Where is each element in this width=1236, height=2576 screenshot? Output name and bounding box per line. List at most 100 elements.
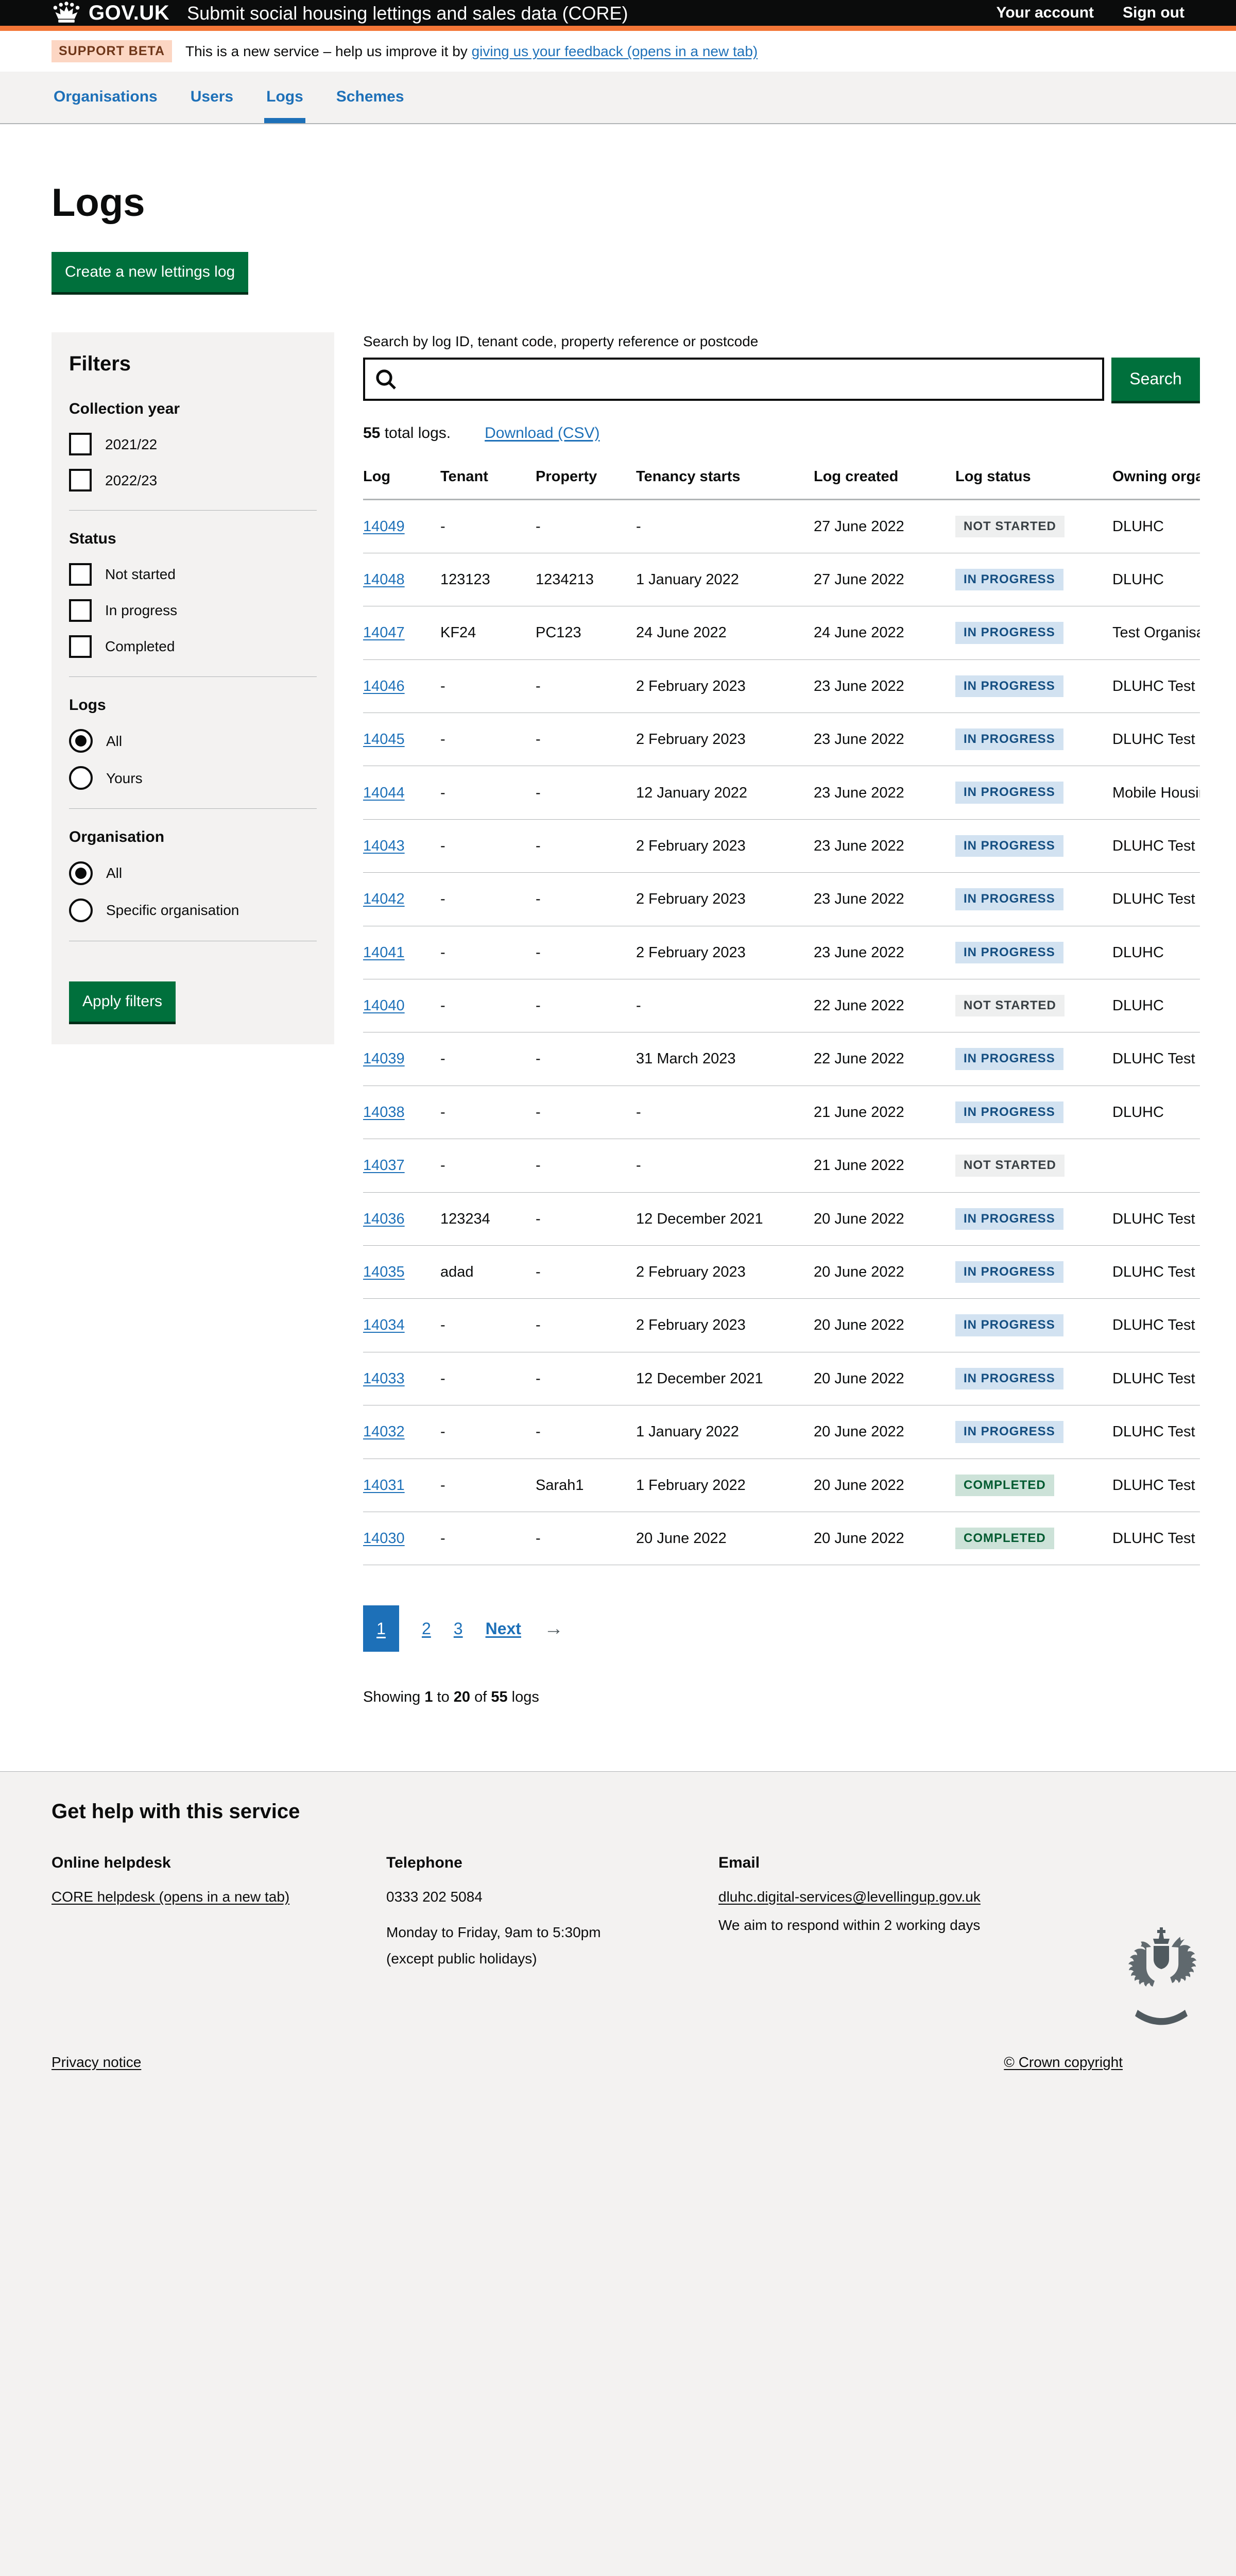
table-row: 14036 123234 - 12 December 2021 20 June … — [363, 1192, 1200, 1245]
radio-button[interactable] — [69, 766, 93, 790]
log-id-link[interactable]: 14038 — [363, 1104, 405, 1121]
telephone-hours: Monday to Friday, 9am to 5:30pm — [386, 1923, 718, 1941]
property-cell: - — [536, 1086, 636, 1139]
table-row: 14035 adad - 2 February 2023 20 June 202… — [363, 1245, 1200, 1298]
log-id-link[interactable]: 14039 — [363, 1050, 405, 1067]
pagination-next-link[interactable]: Next — [486, 1618, 521, 1639]
checkbox-box[interactable] — [69, 433, 92, 455]
radio-organisation-specific[interactable]: Specific organisation — [69, 899, 317, 922]
checkbox-box[interactable] — [69, 563, 92, 586]
log-id-link[interactable]: 14044 — [363, 785, 405, 801]
radio-logs-yours[interactable]: Yours — [69, 766, 317, 790]
tenant-cell: - — [440, 1139, 536, 1192]
checkbox-completed[interactable]: Completed — [69, 635, 317, 658]
govuk-logo[interactable]: GOV.UK — [52, 0, 169, 26]
search-button[interactable]: Search — [1111, 358, 1200, 401]
tenant-cell: KF24 — [440, 606, 536, 659]
status-badge: IN PROGRESS — [955, 622, 1063, 643]
log-id-link[interactable]: 14037 — [363, 1157, 405, 1174]
log-id-link[interactable]: 14036 — [363, 1211, 405, 1227]
total-logs-count: 55 total logs. — [363, 423, 451, 443]
checkbox-not-started[interactable]: Not started — [69, 563, 317, 586]
crown-copyright-link[interactable]: © Crown copyright — [1004, 2053, 1123, 2071]
log-id-link[interactable]: 14030 — [363, 1530, 405, 1547]
search-input[interactable] — [363, 358, 1104, 401]
log-created-cell: 20 June 2022 — [814, 1352, 955, 1405]
your-account-link[interactable]: Your account — [997, 3, 1094, 23]
nav-item-logs[interactable]: Logs — [264, 72, 305, 123]
log-id-link[interactable]: 14031 — [363, 1477, 405, 1494]
log-id-link[interactable]: 14048 — [363, 571, 405, 588]
log-id-link[interactable]: 14035 — [363, 1264, 405, 1280]
apply-filters-button[interactable]: Apply filters — [69, 981, 176, 1022]
core-helpdesk-link[interactable]: CORE helpdesk (opens in a new tab) — [52, 1889, 289, 1905]
checkbox-box[interactable] — [69, 469, 92, 492]
feedback-link[interactable]: giving us your feedback (opens in a new … — [472, 43, 758, 59]
status-badge: IN PROGRESS — [955, 1421, 1063, 1443]
pagination-page-3[interactable]: 3 — [454, 1618, 463, 1639]
tenancy-starts-cell: 1 February 2022 — [636, 1459, 814, 1512]
download-csv-link[interactable]: Download (CSV) — [485, 423, 599, 443]
pagination-page-2[interactable]: 2 — [422, 1618, 431, 1639]
log-id-link[interactable]: 14047 — [363, 624, 405, 641]
logs-table-wrapper: Log Tenant Property Tenancy starts Log c… — [363, 462, 1200, 1565]
log-id-link[interactable]: 14049 — [363, 518, 405, 535]
log-status-cell: IN PROGRESS — [955, 1032, 1112, 1086]
log-id-link[interactable]: 14045 — [363, 731, 405, 748]
privacy-notice-link[interactable]: Privacy notice — [52, 2053, 141, 2071]
log-id-link[interactable]: 14046 — [363, 678, 405, 694]
log-id-link[interactable]: 14032 — [363, 1423, 405, 1440]
search-label: Search by log ID, tenant code, property … — [363, 332, 1200, 350]
page-title: Logs — [52, 178, 1200, 227]
property-cell: Sarah1 — [536, 1459, 636, 1512]
email-link[interactable]: dluhc.digital-services@levellingup.gov.u… — [718, 1889, 981, 1905]
nav-item-organisations[interactable]: Organisations — [52, 72, 160, 123]
col-tenancy-starts: Tenancy starts — [636, 462, 814, 499]
log-id-link[interactable]: 14040 — [363, 997, 405, 1014]
checkbox-2022-23[interactable]: 2022/23 — [69, 469, 317, 492]
checkbox-box[interactable] — [69, 599, 92, 622]
table-row: 14038 - - - 21 June 2022 IN PROGRESS DLU… — [363, 1086, 1200, 1139]
phase-banner-text: This is a new service – help us improve … — [185, 42, 758, 60]
status-badge: IN PROGRESS — [955, 835, 1063, 857]
nav-item-users[interactable]: Users — [188, 72, 235, 123]
log-id-link[interactable]: 14041 — [363, 944, 405, 961]
owning-organisation-cell: DLUHC Test — [1112, 1032, 1200, 1086]
table-row: 14043 - - 2 February 2023 23 June 2022 I… — [363, 819, 1200, 872]
tenancy-starts-cell: 12 January 2022 — [636, 766, 814, 819]
radio-organisation-all[interactable]: All — [69, 861, 317, 885]
owning-organisation-cell: DLUHC — [1112, 553, 1200, 606]
tenancy-starts-cell: 2 February 2023 — [636, 819, 814, 872]
tenancy-starts-cell: - — [636, 979, 814, 1032]
nav-item-schemes[interactable]: Schemes — [334, 72, 406, 123]
create-lettings-log-button[interactable]: Create a new lettings log — [52, 252, 248, 292]
property-cell: - — [536, 1245, 636, 1298]
property-cell: - — [536, 1032, 636, 1086]
log-id-link[interactable]: 14034 — [363, 1317, 405, 1333]
log-status-cell: IN PROGRESS — [955, 553, 1112, 606]
checkbox-2021-22[interactable]: 2021/22 — [69, 433, 317, 455]
service-name[interactable]: Submit social housing lettings and sales… — [187, 2, 628, 25]
radio-button[interactable] — [69, 861, 93, 885]
status-badge: IN PROGRESS — [955, 1208, 1063, 1230]
owning-organisation-cell: DLUHC Test — [1112, 873, 1200, 926]
log-id-link[interactable]: 14033 — [363, 1370, 405, 1387]
radio-button[interactable] — [69, 729, 93, 753]
checkbox-box[interactable] — [69, 635, 92, 658]
tenant-cell: - — [440, 979, 536, 1032]
radio-logs-all[interactable]: All — [69, 729, 317, 753]
log-status-cell: IN PROGRESS — [955, 873, 1112, 926]
log-created-cell: 27 June 2022 — [814, 553, 955, 606]
checkbox-in-progress[interactable]: In progress — [69, 599, 317, 622]
royal-coat-of-arms — [1125, 1925, 1197, 2032]
pagination-page-1-current[interactable]: 1 — [363, 1605, 399, 1652]
col-log: Log — [363, 462, 440, 499]
sign-out-link[interactable]: Sign out — [1123, 3, 1184, 23]
log-id-link[interactable]: 14042 — [363, 891, 405, 907]
col-tenant: Tenant — [440, 462, 536, 499]
radio-button[interactable] — [69, 899, 93, 922]
log-created-cell: 23 June 2022 — [814, 766, 955, 819]
tenancy-starts-cell: 20 June 2022 — [636, 1512, 814, 1565]
log-id-link[interactable]: 14043 — [363, 838, 405, 854]
table-row: 14040 - - - 22 June 2022 NOT STARTED DLU… — [363, 979, 1200, 1032]
